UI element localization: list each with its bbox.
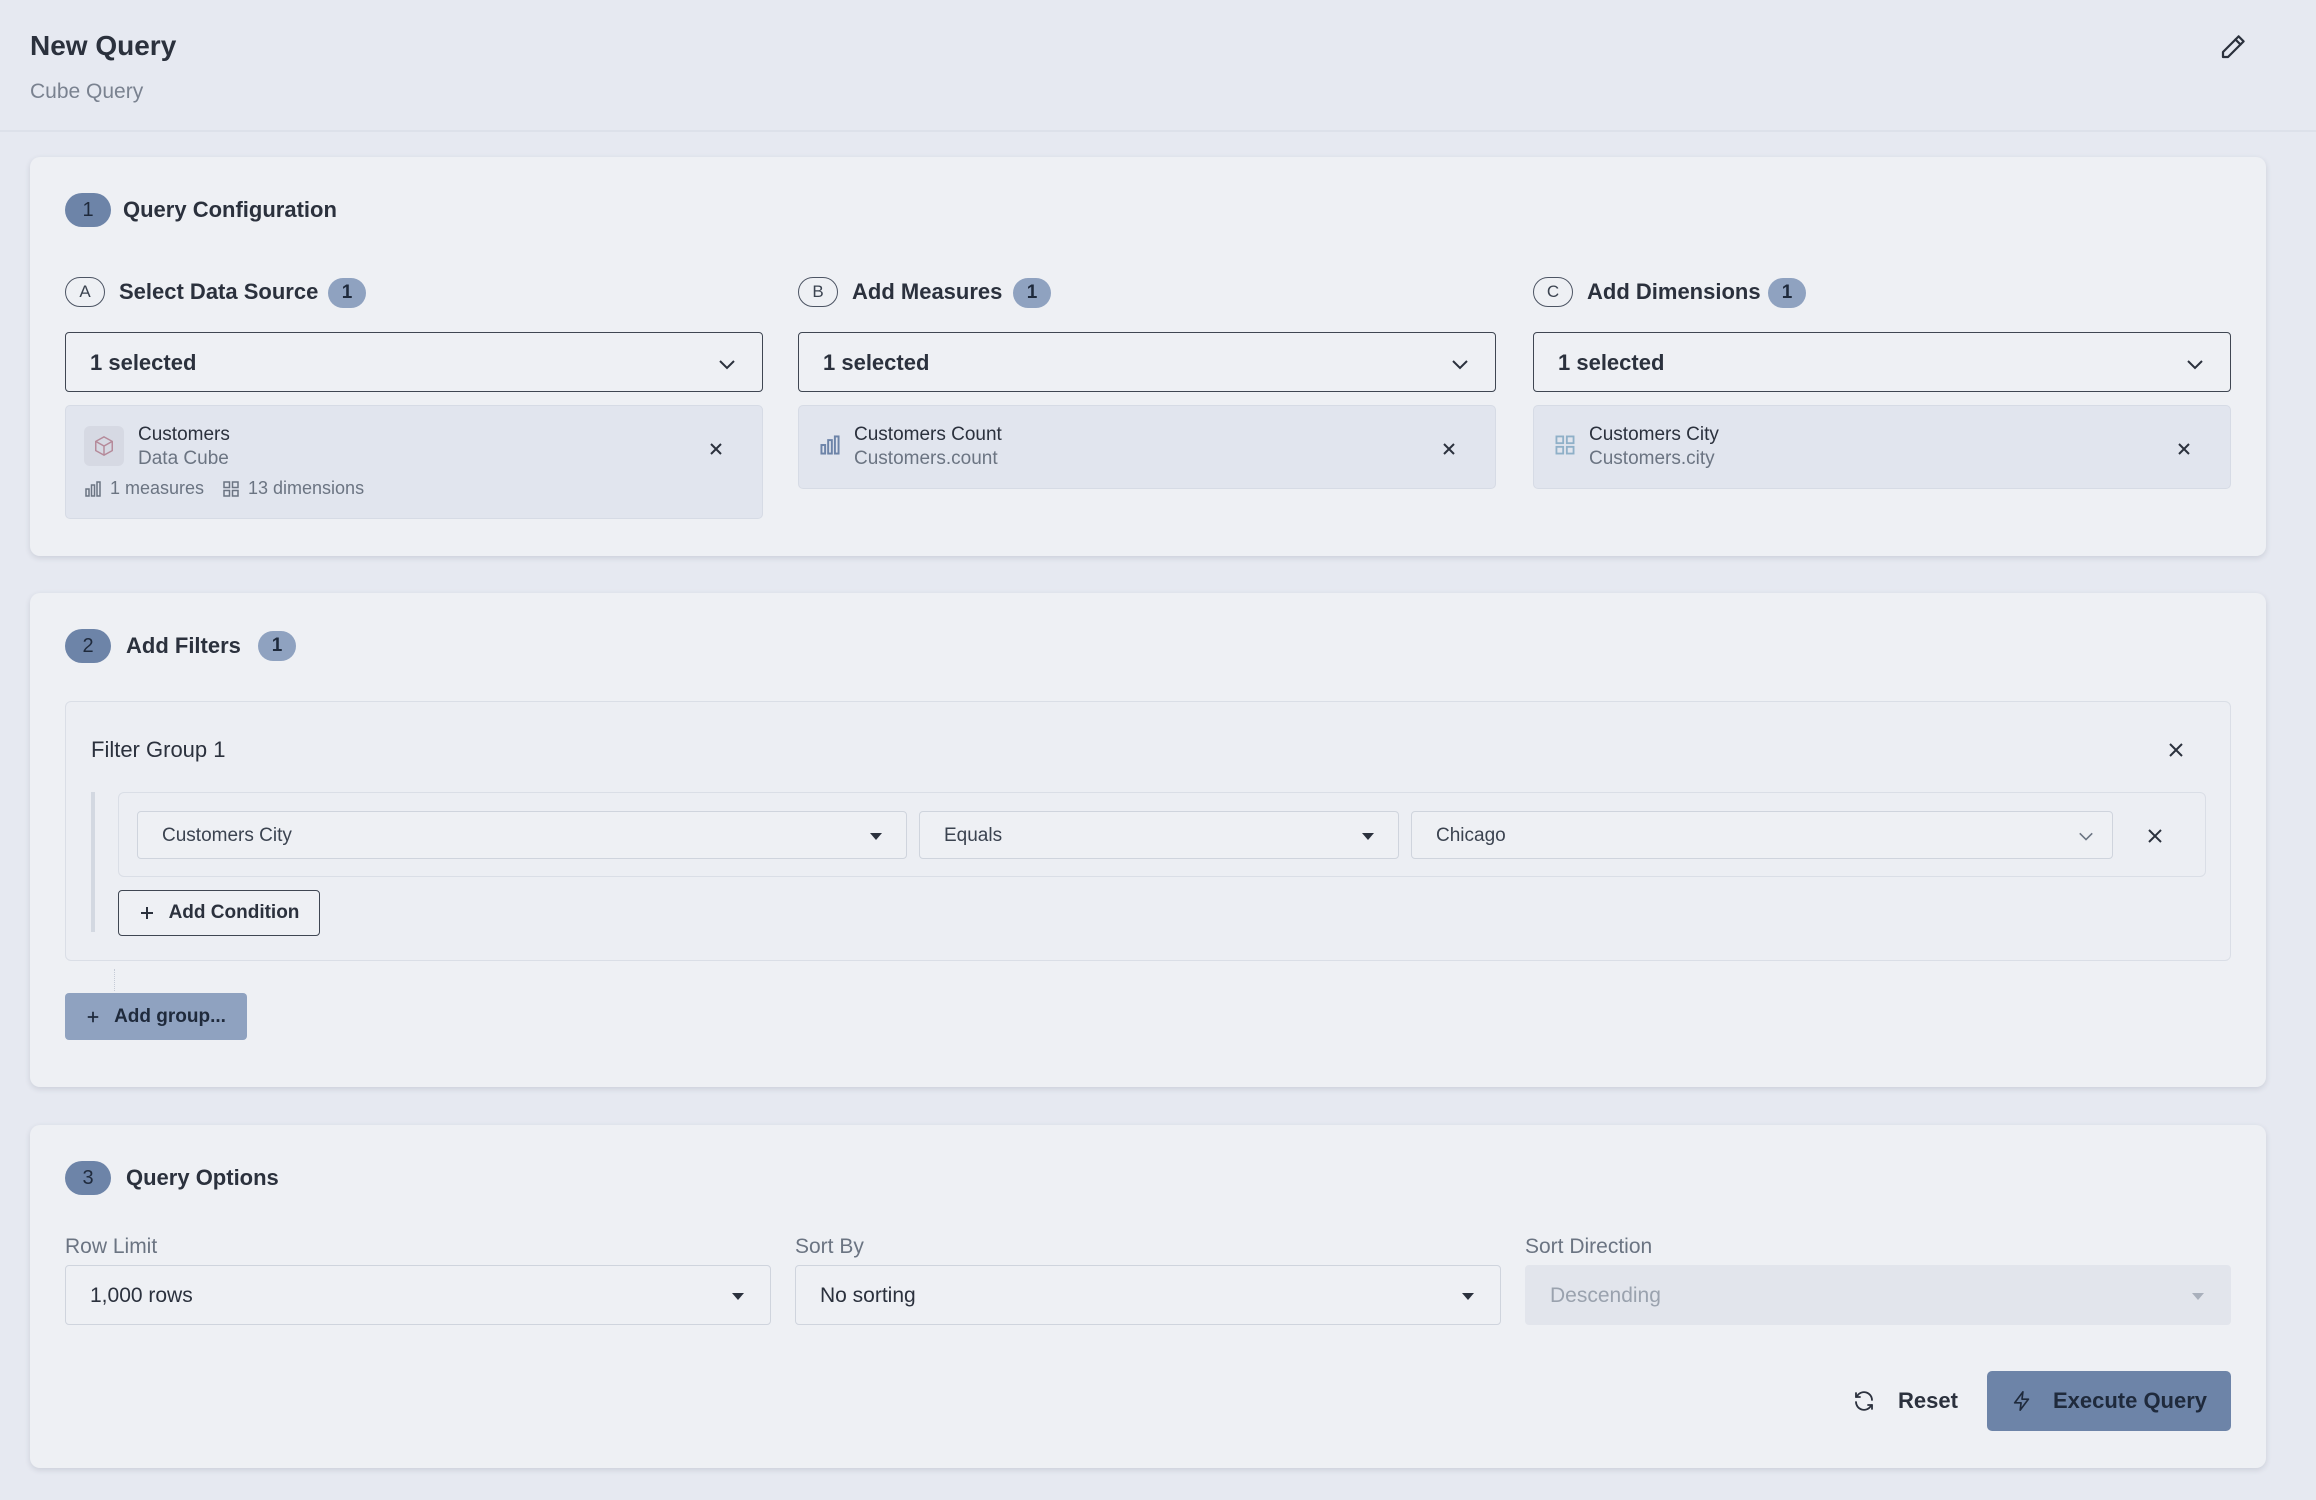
add-filters-card: 2 Add Filters 1 Filter Group 1 Customers… bbox=[30, 593, 2266, 1087]
card-title: Query Options bbox=[126, 1165, 279, 1190]
caret-down-icon bbox=[1462, 1293, 1474, 1300]
connector-line bbox=[114, 969, 115, 991]
count-badge: 1 bbox=[1768, 278, 1806, 308]
selected-data-source-chip: Customers Data Cube 1 measures 13 dimens… bbox=[65, 405, 763, 519]
selected-dimension-chip: Customers City Customers.city bbox=[1533, 405, 2231, 489]
measures-select[interactable]: 1 selected bbox=[798, 332, 1496, 392]
chip-name: Customers bbox=[138, 424, 230, 445]
grid-icon bbox=[1555, 435, 1575, 455]
card-title: Add Filters bbox=[126, 633, 241, 658]
selected-measure-chip: Customers Count Customers.count bbox=[798, 405, 1496, 489]
execute-query-button[interactable]: Execute Query bbox=[1987, 1371, 2231, 1431]
count-badge: 1 bbox=[1013, 278, 1051, 308]
remove-chip-button[interactable] bbox=[708, 441, 724, 457]
filter-value-select[interactable]: Chicago bbox=[1411, 811, 2113, 859]
select-value: 1 selected bbox=[823, 350, 930, 375]
chip-subtitle: Data Cube bbox=[138, 448, 229, 469]
sort-direction-select: Descending bbox=[1525, 1265, 2231, 1325]
group-indent-bar bbox=[91, 792, 95, 932]
dimensions-count-text: 13 dimensions bbox=[248, 478, 365, 498]
caret-down-icon bbox=[2192, 1293, 2204, 1300]
caret-down-icon bbox=[1362, 833, 1374, 840]
remove-group-button[interactable] bbox=[2166, 740, 2186, 760]
reset-button[interactable]: Reset bbox=[1830, 1371, 1980, 1431]
step-number: 2 bbox=[65, 629, 111, 663]
select-value: Chicago bbox=[1436, 825, 1506, 846]
select-value: Descending bbox=[1550, 1284, 1661, 1307]
caret-down-icon bbox=[732, 1293, 744, 1300]
step-letter-b: B bbox=[798, 277, 838, 307]
filter-condition-row: Customers City Equals Chicago bbox=[118, 792, 2206, 877]
add-condition-button[interactable]: Add Condition bbox=[118, 890, 320, 936]
add-dimensions-title: Add Dimensions bbox=[1587, 279, 1761, 304]
row-limit-label: Row Limit bbox=[65, 1235, 158, 1258]
step-letter-c: C bbox=[1533, 277, 1573, 307]
caret-down-icon bbox=[870, 833, 882, 840]
count-badge: 1 bbox=[258, 631, 296, 661]
dimensions-select[interactable]: 1 selected bbox=[1533, 332, 2231, 392]
step-number: 1 bbox=[65, 193, 111, 227]
remove-chip-button[interactable] bbox=[1441, 441, 1457, 457]
add-measures-title: Add Measures bbox=[852, 279, 1003, 304]
filter-group-title: Filter Group 1 bbox=[91, 737, 226, 762]
data-source-select[interactable]: 1 selected bbox=[65, 332, 763, 392]
add-group-label: Add group... bbox=[114, 1005, 226, 1027]
cube-icon bbox=[84, 426, 124, 466]
reset-label: Reset bbox=[1898, 1388, 1958, 1413]
chevron-down-icon bbox=[2079, 832, 2093, 841]
pencil-icon bbox=[2221, 35, 2245, 59]
select-value: 1,000 rows bbox=[90, 1284, 193, 1307]
lightning-icon bbox=[2013, 1391, 2030, 1411]
chevron-down-icon bbox=[719, 360, 735, 370]
filter-field-select[interactable]: Customers City bbox=[137, 811, 907, 859]
count-badge: 1 bbox=[328, 278, 366, 308]
chip-subtitle: Customers.city bbox=[1589, 448, 1715, 469]
bar-chart-icon bbox=[85, 480, 101, 497]
add-condition-label: Add Condition bbox=[168, 902, 300, 923]
select-value: 1 selected bbox=[1558, 350, 1665, 375]
execute-query-label: Execute Query bbox=[2052, 1388, 2208, 1413]
page-title: New Query bbox=[30, 30, 177, 61]
measures-count: 1 measures bbox=[84, 478, 204, 499]
sort-by-label: Sort By bbox=[795, 1235, 864, 1258]
card-title: Query Configuration bbox=[123, 197, 337, 222]
chip-name: Customers Count bbox=[854, 424, 1002, 445]
refresh-icon bbox=[1855, 1391, 1873, 1411]
edit-title-button[interactable] bbox=[2218, 32, 2248, 62]
chevron-down-icon bbox=[1452, 360, 1468, 370]
remove-chip-button[interactable] bbox=[2176, 441, 2192, 457]
chip-name: Customers City bbox=[1589, 424, 1719, 445]
select-data-source-title: Select Data Source bbox=[119, 279, 319, 304]
select-value: Customers City bbox=[162, 825, 292, 846]
select-value: Equals bbox=[944, 825, 1003, 846]
query-options-card: 3 Query Options Row Limit 1,000 rows Sor… bbox=[30, 1125, 2266, 1468]
filter-operator-select[interactable]: Equals bbox=[919, 811, 1399, 859]
step-letter-a: A bbox=[65, 277, 105, 307]
chip-subtitle: Customers.count bbox=[854, 448, 998, 469]
bar-chart-icon bbox=[820, 435, 840, 455]
grid-icon bbox=[223, 480, 239, 497]
filter-group: Filter Group 1 Customers City Equals Chi… bbox=[65, 701, 2231, 961]
remove-condition-button[interactable] bbox=[2145, 826, 2165, 846]
plus-icon bbox=[87, 1011, 99, 1022]
select-value: No sorting bbox=[820, 1284, 916, 1307]
page-subtitle: Cube Query bbox=[30, 80, 144, 103]
sort-direction-label: Sort Direction bbox=[1525, 1235, 1653, 1258]
dimensions-count: 13 dimensions bbox=[222, 478, 364, 499]
row-limit-select[interactable]: 1,000 rows bbox=[65, 1265, 771, 1325]
step-number: 3 bbox=[65, 1161, 111, 1195]
add-group-button[interactable]: Add group... bbox=[65, 993, 247, 1040]
measures-count-text: 1 measures bbox=[110, 478, 205, 498]
sort-by-select[interactable]: No sorting bbox=[795, 1265, 1501, 1325]
chevron-down-icon bbox=[2187, 360, 2203, 370]
page-header: New Query Cube Query bbox=[0, 0, 2316, 132]
select-value: 1 selected bbox=[90, 350, 197, 375]
plus-icon bbox=[140, 907, 153, 919]
query-configuration-card: 1 Query Configuration A Select Data Sour… bbox=[30, 157, 2266, 556]
